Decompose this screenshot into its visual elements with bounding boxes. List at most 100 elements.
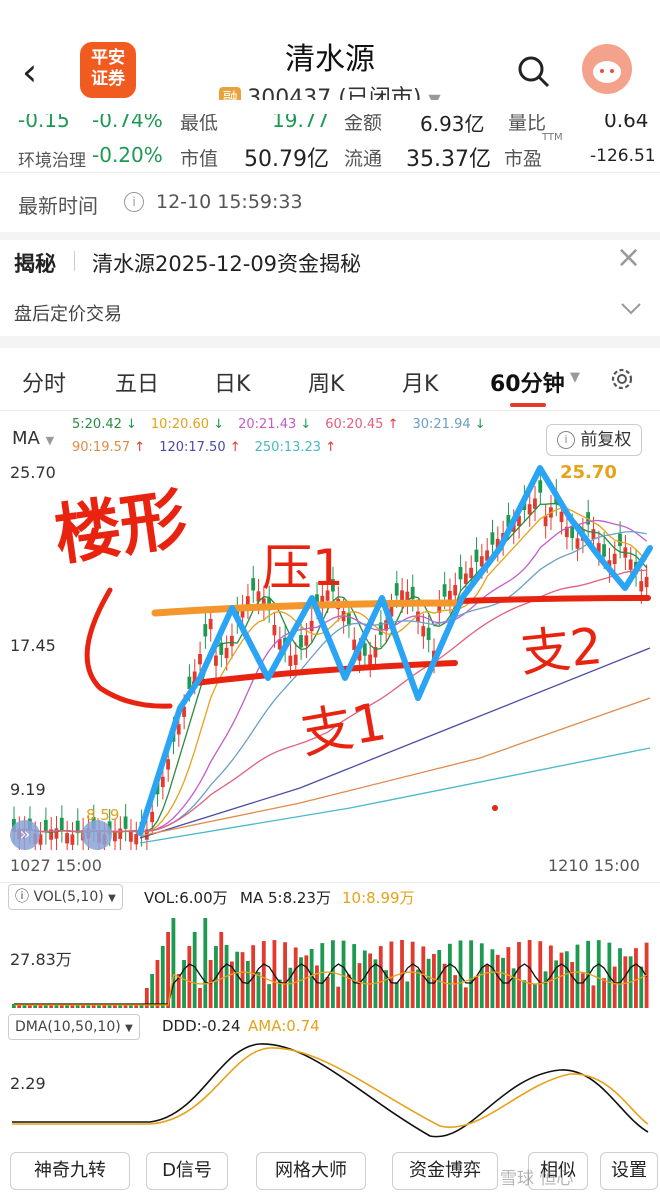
- candle-body: [644, 576, 649, 588]
- ma-trend-arrow: ↓: [474, 417, 486, 432]
- volume-indicator-label: VOL(5,10): [33, 889, 104, 905]
- candle-body: [65, 833, 69, 844]
- volume-bar: [490, 949, 495, 1008]
- reveal-link[interactable]: 清水源2025-12-09资金揭秘: [92, 248, 361, 278]
- candle-body: [533, 498, 537, 509]
- candle-body: [272, 624, 277, 636]
- sector-name[interactable]: 环境治理: [18, 146, 86, 171]
- volume-bar: [405, 981, 410, 1008]
- volume-bar: [453, 975, 458, 1008]
- volume-bar: [469, 940, 474, 1008]
- volume-axis: 27.83万: [10, 950, 72, 969]
- tab-weekly-k[interactable]: 周K: [308, 366, 344, 398]
- candle-body: [54, 828, 59, 839]
- divider: [0, 882, 660, 883]
- bracket-stroke: [84, 587, 173, 709]
- candle-body: [628, 559, 633, 570]
- candle-body: [426, 627, 431, 641]
- volume-ma5: MA 5:8.23万: [240, 889, 331, 907]
- volume-bar: [389, 941, 394, 1008]
- rights-adjust-button[interactable]: i 前复权: [546, 424, 643, 456]
- volume-bar: [187, 946, 192, 1008]
- candle-body: [442, 584, 447, 597]
- candle-body: [421, 626, 426, 637]
- dma-ama: AMA:0.74: [248, 1017, 320, 1035]
- tab-monthly-k[interactable]: 月K: [402, 366, 438, 398]
- time-axis-end: 1210 15:00: [548, 856, 640, 875]
- volume-bar: [559, 952, 564, 1008]
- ma-selector[interactable]: MA ▼: [12, 428, 54, 449]
- candle-body: [288, 655, 293, 666]
- candle-body: [251, 578, 256, 591]
- float-cap-label: 流通: [344, 148, 383, 170]
- candle-body: [458, 566, 463, 580]
- divider: [0, 172, 660, 173]
- tab-daily-k[interactable]: 日K: [214, 366, 250, 398]
- dma-chart[interactable]: [0, 1036, 660, 1142]
- capital-game-button[interactable]: 资金博弈: [392, 1152, 498, 1190]
- close-icon[interactable]: ×: [616, 240, 641, 275]
- volume-indicator-selector[interactable]: ⓘ VOL(5,10) ▼: [8, 884, 123, 910]
- quote-mask: [0, 100, 660, 114]
- dma-ddd: DDD:-0.24: [162, 1017, 241, 1035]
- latest-time-value: 12-10 15:59:33: [156, 191, 303, 213]
- tab-intraday[interactable]: 分时: [22, 366, 66, 398]
- volume-bar: [293, 947, 298, 1008]
- after-hours-label[interactable]: 盘后定价交易: [14, 300, 122, 326]
- chevron-down-icon[interactable]: ▼: [570, 370, 580, 385]
- ma-trend-arrow: ↓: [300, 417, 312, 432]
- pe-sup: TTM: [542, 132, 563, 143]
- grid-master-button[interactable]: 网格大师: [256, 1152, 366, 1190]
- candle-body: [118, 828, 123, 839]
- ma-line: [139, 697, 651, 837]
- volume-bar: [309, 948, 314, 1008]
- chevron-down-icon: ▼: [108, 893, 116, 904]
- time-axis-start: 1027 15:00: [10, 856, 102, 875]
- ama-line: [12, 1047, 649, 1129]
- volume-bar: [506, 947, 511, 1008]
- expand-icon[interactable]: »: [10, 820, 40, 850]
- divider: [74, 251, 75, 271]
- market-cap-value: 50.79亿: [244, 147, 329, 172]
- d-signal-button[interactable]: D信号: [146, 1152, 228, 1190]
- avatar[interactable]: [582, 44, 632, 94]
- volume-bar: [602, 978, 606, 1008]
- divider: [0, 336, 660, 348]
- volume-bar: [522, 980, 527, 1008]
- candle-body: [134, 834, 139, 845]
- volume-bar: [580, 973, 585, 1008]
- volume-bar: [331, 940, 335, 1008]
- reveal-tag: 揭秘: [14, 252, 56, 276]
- tab-60min[interactable]: 60分钟: [490, 366, 565, 398]
- ma-trend-arrow: ↑: [229, 440, 241, 455]
- candle-body: [618, 533, 622, 547]
- drawing-tool-icon[interactable]: [82, 820, 112, 850]
- candle-body: [208, 618, 213, 630]
- candle-body: [59, 817, 64, 831]
- volume-chart[interactable]: [0, 912, 660, 1008]
- candle-body: [559, 511, 564, 523]
- ma-legend-item: 10:20.60 ↓: [150, 417, 225, 432]
- magic-nine-button[interactable]: 神奇九转: [10, 1152, 130, 1190]
- support-line-2: [457, 595, 651, 604]
- candle-body: [602, 544, 606, 557]
- volume-bar: [543, 971, 548, 1008]
- chevron-down-icon[interactable]: [620, 302, 642, 316]
- candle-body: [128, 831, 133, 842]
- divider: [0, 410, 660, 411]
- divider: [0, 232, 660, 240]
- gear-icon[interactable]: [608, 365, 636, 393]
- ma-legend-item: 60:20.45 ↑: [325, 417, 399, 432]
- volume-bar: [368, 953, 373, 1008]
- candle-body: [612, 553, 617, 565]
- ma-legend-row2: 90:19.57 ↑ 120:17.50 ↑ 250:13.23 ↑: [72, 440, 350, 455]
- volume-bar: [538, 941, 543, 1008]
- candle-body: [198, 654, 202, 665]
- info-icon[interactable]: i: [124, 192, 144, 212]
- candle-body: [346, 613, 351, 626]
- settings-button[interactable]: 设置: [600, 1152, 658, 1190]
- candle-body: [575, 538, 580, 549]
- tab-five-day[interactable]: 五日: [115, 366, 159, 398]
- search-icon[interactable]: [516, 54, 552, 90]
- dma-indicator-label: DMA(10,50,10): [15, 1019, 121, 1035]
